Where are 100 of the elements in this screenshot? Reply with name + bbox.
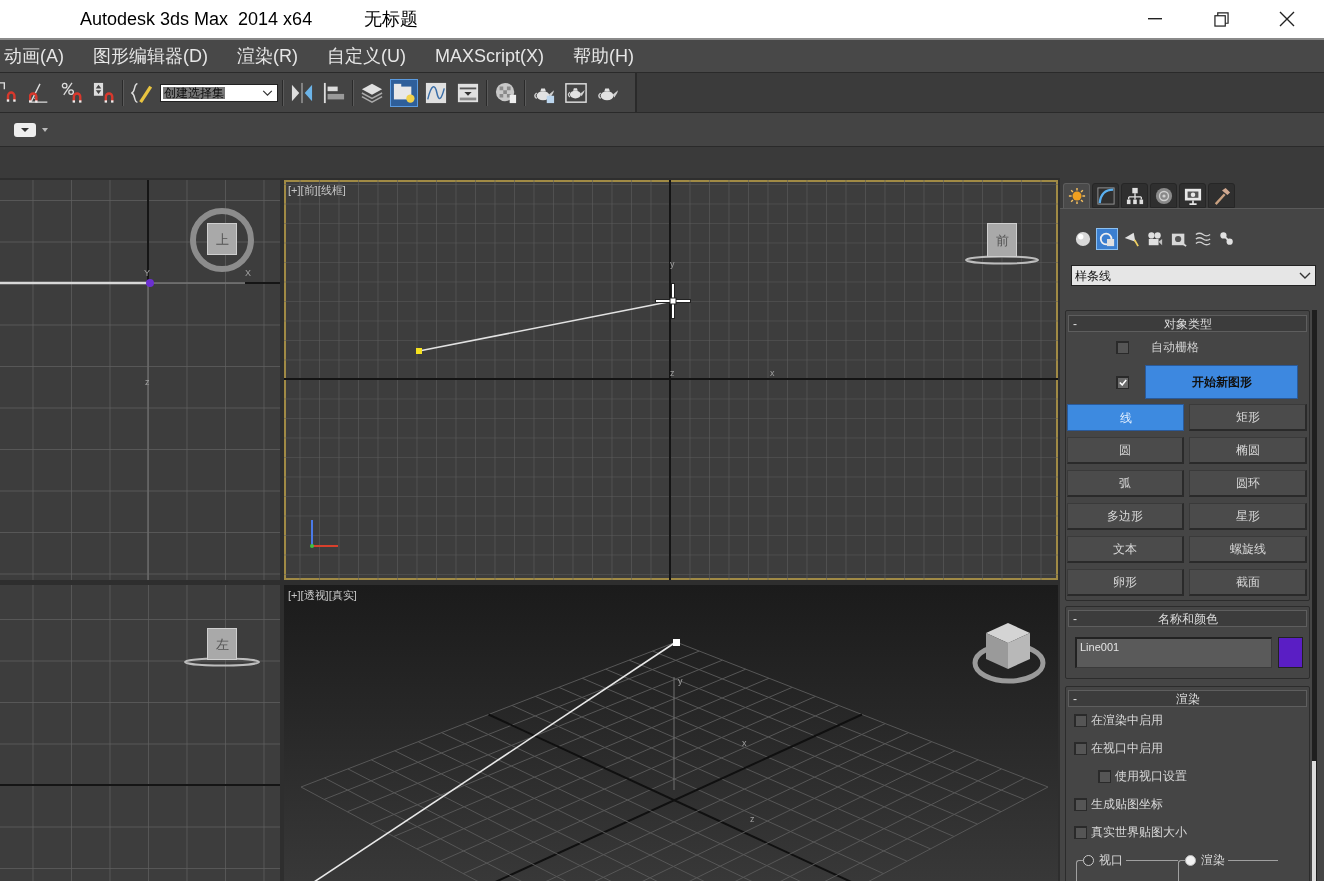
vertex-marker-icon (416, 348, 422, 354)
ring-icon[interactable] (190, 208, 254, 272)
teapot-window-icon (565, 81, 587, 104)
viewcube-face[interactable]: 前 (987, 223, 1017, 257)
rollout-title: 名称和颜色 (1156, 612, 1219, 625)
mirror-icon (291, 81, 313, 104)
command-tab[interactable] (1092, 183, 1119, 208)
object-class-dropdown[interactable]: 样条线 (1071, 265, 1316, 286)
shape-type-button[interactable]: 圆环 (1189, 470, 1307, 497)
crosshair-cursor-icon (653, 281, 693, 321)
viewport-menu[interactable]: [+] (288, 185, 301, 196)
vertex-marker-icon (673, 639, 680, 646)
color-swatch[interactable] (1278, 637, 1303, 668)
checkbox[interactable] (1074, 797, 1087, 811)
option-label: 在渲染中启用 (1091, 714, 1163, 726)
option-label: 生成贴图坐标 (1091, 798, 1163, 810)
viewport-menu[interactable]: [线框] (317, 185, 346, 196)
shape-type-button[interactable]: 多边形 (1067, 503, 1184, 530)
sun-icon (1067, 187, 1086, 205)
rollout-title: 渲染 (1174, 692, 1201, 705)
linked-dots-icon (1219, 231, 1235, 247)
box-lens-icon (1171, 231, 1187, 247)
dropdown-tile-icon (14, 122, 36, 137)
menu-item[interactable]: 自定义(U) (327, 47, 406, 65)
scrollbar-track[interactable] (1312, 310, 1317, 881)
collapse-toggle[interactable]: - (1069, 317, 1087, 330)
rollout-header[interactable]: - 对象类型 (1068, 315, 1307, 332)
shape-type-button[interactable]: 椭圆 (1189, 437, 1307, 464)
align-icon (323, 81, 345, 104)
toolbar-button[interactable] (390, 78, 418, 107)
curve-graph-icon (425, 81, 447, 104)
viewcube-face[interactable]: 上 (207, 223, 237, 255)
flat-ring-icon[interactable] (965, 255, 1039, 265)
checkbox[interactable] (1074, 825, 1087, 839)
shape-type-button[interactable]: 截面 (1189, 569, 1307, 596)
command-tab[interactable] (1208, 183, 1235, 208)
document-title: 无标题 (364, 10, 419, 28)
collapse-toggle[interactable]: - (1069, 692, 1087, 705)
command-tab[interactable] (1121, 183, 1148, 208)
command-tab[interactable] (1179, 183, 1206, 208)
viewport[interactable]: [+][透视][真实] y x z (284, 585, 1058, 881)
rollout-header[interactable]: - 名称和颜色 (1068, 610, 1307, 627)
viewport-menu[interactable]: [透视] (300, 590, 329, 601)
cube-ring-icon[interactable] (972, 623, 1046, 684)
checkbox[interactable] (1074, 713, 1087, 727)
rollout-header[interactable]: - 渲染 (1068, 690, 1307, 707)
window-title: Autodesk 3ds Max 2014 x64 (80, 10, 313, 28)
selection-set-dropdown[interactable]: 创建选择集 (160, 83, 278, 102)
start-new-shape-button[interactable]: 开始新图形 (1145, 365, 1298, 399)
shape-type-button[interactable]: 螺旋线 (1189, 536, 1307, 563)
hierarchy-icon (1125, 186, 1144, 205)
axis-label: y (670, 260, 675, 269)
magnet-icon (0, 81, 19, 104)
shape-type-button[interactable]: 圆 (1067, 437, 1184, 464)
axis-label: X (245, 269, 251, 278)
radio-button[interactable] (1083, 854, 1094, 866)
hammer-icon (1212, 186, 1231, 205)
menu-item[interactable]: 渲染(R) (237, 47, 298, 65)
rollout-title: 对象类型 (1162, 317, 1213, 330)
checkbox[interactable] (1116, 340, 1129, 354)
curve-icon (1096, 186, 1115, 205)
shape-type-button[interactable]: 矩形 (1189, 404, 1307, 431)
waves-icon (1195, 231, 1211, 247)
checker-sphere-icon (495, 81, 517, 104)
name-field[interactable]: Line001 (1075, 637, 1272, 668)
checkbox[interactable] (1116, 375, 1129, 389)
scrollbar-thumb[interactable] (1312, 761, 1316, 881)
viewport-menu[interactable]: [+] (288, 590, 301, 601)
viewport[interactable]: 前 [+][前][线框] y z x (284, 180, 1058, 580)
viewport[interactable]: 左 (0, 585, 280, 881)
shape-type-button[interactable]: 星形 (1189, 503, 1307, 530)
axis-label: x (770, 369, 775, 378)
menu-item[interactable]: 图形编辑器(D) (93, 47, 208, 65)
caret-icon (42, 127, 48, 132)
axis-label: Y (144, 269, 150, 278)
axis-label: z (670, 369, 675, 378)
viewport-menu[interactable]: [前] (300, 185, 318, 196)
shape-type-button[interactable]: 弧 (1067, 470, 1184, 497)
checkmark-icon (1119, 379, 1127, 386)
checkbox[interactable] (1074, 741, 1087, 755)
collapse-toggle[interactable]: - (1069, 612, 1087, 625)
disc-icon (1154, 186, 1173, 205)
option-label: 使用视口设置 (1115, 770, 1187, 782)
radio-label: 渲染 (1201, 854, 1225, 866)
axis-tripod-icon (310, 519, 339, 548)
option-label: 在视口中启用 (1091, 742, 1163, 754)
viewcube-face[interactable]: 左 (207, 628, 237, 660)
viewport[interactable]: 上 Y X z (0, 180, 280, 580)
shape-type-button[interactable]: 文本 (1067, 536, 1184, 563)
command-tab[interactable] (1150, 183, 1177, 208)
viewport-menu[interactable]: [真实] (328, 590, 357, 601)
radio-button[interactable] (1185, 854, 1196, 866)
chevron-down-icon (262, 89, 273, 96)
axis-label: x (742, 739, 747, 748)
menu-item[interactable]: 帮助(H) (573, 47, 634, 65)
checkbox[interactable] (1098, 769, 1111, 783)
menu-item[interactable]: 动画(A) (4, 47, 64, 65)
spotlight-icon (1123, 231, 1139, 247)
menu-item[interactable]: MAXScript(X) (435, 47, 544, 65)
shape-type-button[interactable]: 卵形 (1067, 569, 1184, 596)
